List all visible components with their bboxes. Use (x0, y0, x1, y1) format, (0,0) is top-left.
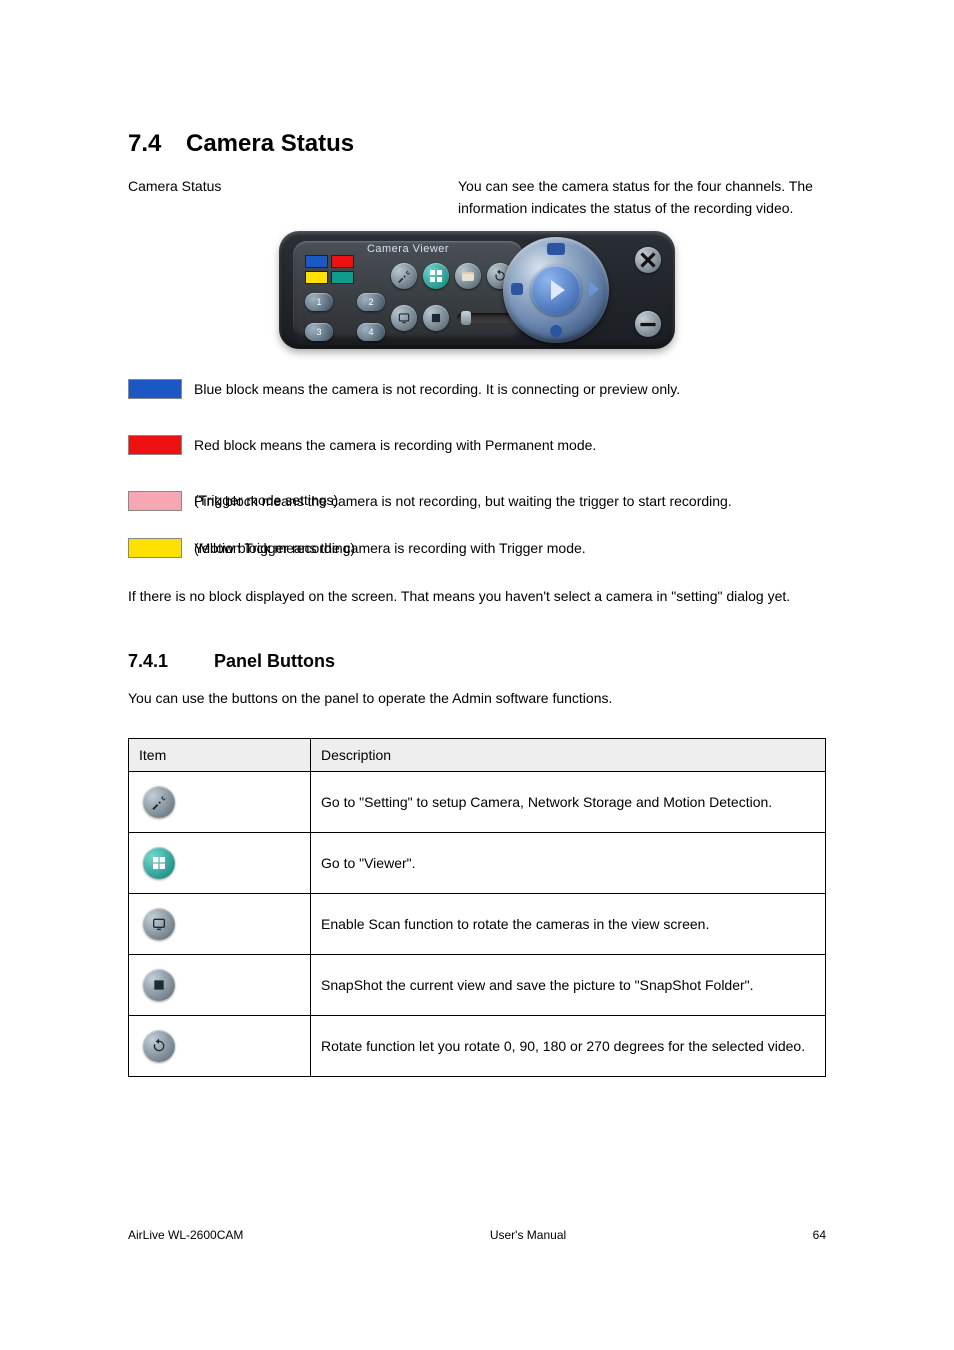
dial-next-icon[interactable] (589, 281, 599, 297)
dial-play-icon[interactable] (531, 265, 581, 315)
panel-buttons-table: Item Description Go to "Setting" to setu… (128, 738, 826, 1077)
minimize-button[interactable] (635, 311, 661, 337)
swatch-ch1 (305, 255, 328, 268)
folder-button[interactable] (455, 263, 481, 289)
snapshot-button[interactable] (423, 305, 449, 331)
swatch-ch2 (331, 255, 354, 268)
chan-1[interactable]: 1 (305, 293, 333, 311)
cv-left-cluster: Camera Viewer 1 2 3 4 (293, 241, 523, 339)
table-row: Go to "Viewer". (129, 832, 826, 893)
view-button[interactable] (423, 263, 449, 289)
table-row: Rotate function let you rotate 0, 90, 18… (129, 1015, 826, 1076)
rotate-desc: Rotate function let you rotate 0, 90, 18… (311, 1015, 826, 1076)
def-row-blue: Blue block means the camera is not recor… (128, 379, 826, 401)
dial-stop-icon[interactable] (547, 243, 565, 255)
footer-center: User's Manual (490, 1228, 566, 1242)
section-number: 7.4 (128, 130, 186, 158)
setting-button[interactable] (391, 263, 417, 289)
footer-page: 64 (813, 1228, 826, 1242)
blue-def-text: Blue block means the camera is not recor… (194, 379, 680, 401)
channel-buttons: 1 2 3 4 (305, 293, 385, 345)
chan-3[interactable]: 3 (305, 323, 333, 341)
subsection-heading: 7.4.1Panel Buttons (128, 651, 826, 672)
intro-right-text: You can see the camera status for the fo… (458, 176, 826, 219)
subsection-desc: You can use the buttons on the panel to … (128, 688, 826, 710)
no-block-paragraph: If there is no block displayed on the sc… (128, 586, 826, 608)
footer-left: AirLive WL-2600CAM (128, 1228, 243, 1242)
red-bar-icon (128, 435, 182, 455)
blue-bar-icon (128, 379, 182, 399)
page-footer: AirLive WL-2600CAM User's Manual 64 (0, 1228, 954, 1242)
th-item: Item (129, 738, 311, 771)
playback-dial[interactable] (503, 237, 609, 343)
scan-button[interactable] (391, 305, 417, 331)
dial-record-icon[interactable] (550, 325, 562, 337)
swatch-ch3 (305, 271, 328, 284)
table-row: Go to "Setting" to setup Camera, Network… (129, 771, 826, 832)
snapshot-icon (143, 969, 175, 1001)
yellow-bar-icon (128, 538, 182, 558)
view-icon (143, 847, 175, 879)
table-row: SnapShot the current view and save the p… (129, 954, 826, 1015)
setting-icon (143, 786, 175, 818)
pink-bar-icon (128, 491, 182, 511)
section-title: Camera Status (186, 130, 354, 157)
chan-4[interactable]: 4 (357, 323, 385, 341)
camera-viewer-panel-wrap: Camera Viewer 1 2 3 4 (128, 231, 826, 349)
status-color-definitions: Blue block means the camera is not recor… (128, 379, 826, 559)
dial-pause-icon[interactable] (511, 283, 523, 295)
channel-swatches (305, 255, 354, 284)
subsection-title: Panel Buttons (214, 651, 335, 671)
rotate-icon (143, 1030, 175, 1062)
scan-desc: Enable Scan function to rotate the camer… (311, 893, 826, 954)
red-def-text: Red block means the camera is recording … (194, 435, 596, 457)
chan-2[interactable]: 2 (357, 293, 385, 311)
def-row-red: Red block means the camera is recording … (128, 435, 826, 457)
snapshot-desc: SnapShot the current view and save the p… (311, 954, 826, 1015)
intro-left-label: Camera Status (128, 176, 458, 198)
scan-icon (143, 908, 175, 940)
cv-title: Camera Viewer (293, 243, 523, 255)
camera-viewer-panel: Camera Viewer 1 2 3 4 (279, 231, 675, 349)
view-desc: Go to "Viewer". (311, 832, 826, 893)
close-button[interactable] (635, 247, 661, 273)
subsection-number: 7.4.1 (128, 651, 214, 672)
mid-buttons (391, 263, 519, 337)
section-heading: 7.4Camera Status (128, 130, 826, 158)
table-row: Enable Scan function to rotate the camer… (129, 893, 826, 954)
th-desc: Description (311, 738, 826, 771)
setting-desc: Go to "Setting" to setup Camera, Network… (311, 771, 826, 832)
intro-row: Camera Status You can see the camera sta… (128, 176, 826, 219)
swatch-ch4 (331, 271, 354, 284)
side-buttons (635, 247, 661, 337)
